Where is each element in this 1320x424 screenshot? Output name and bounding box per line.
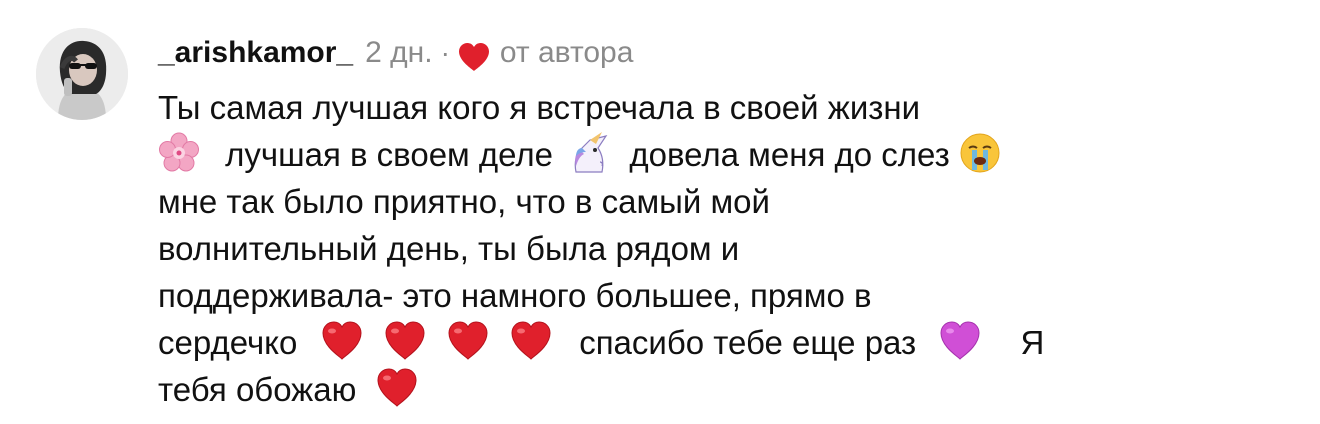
author-liked-label: от автора bbox=[499, 36, 634, 69]
comment-text-segment: Ты самая лучшая кого я встречала в своей… bbox=[158, 89, 921, 126]
comment-meta: _arishkamor_ 2 дн. · от автора bbox=[158, 28, 1296, 78]
red-heart-icon bbox=[321, 320, 363, 362]
crying-face-icon bbox=[959, 132, 1001, 174]
red-heart-icon bbox=[376, 367, 418, 409]
comment-body: _arishkamor_ 2 дн. · от автора Ты самая … bbox=[158, 28, 1296, 413]
comment-text-line: мне так было приятно, что в самый мой bbox=[158, 178, 1168, 225]
comment-text-segment: волнительный день, ты была рядом и bbox=[158, 230, 740, 267]
red-heart-icon bbox=[447, 320, 489, 362]
comment-text-line: сердечко спасибо тебе еще раз Я bbox=[158, 319, 1168, 366]
red-heart-icon bbox=[384, 320, 426, 362]
comment-text: Ты самая лучшая кого я встречала в своей… bbox=[158, 84, 1168, 413]
comment-text-segment: Я bbox=[1020, 324, 1045, 361]
comment-text-segment: мне так было приятно, что в самый мой bbox=[158, 183, 770, 220]
comment-text-segment: тебя обожаю bbox=[158, 371, 357, 408]
red-heart-icon bbox=[458, 38, 490, 71]
unicorn-icon bbox=[568, 132, 610, 174]
comment-text-segment: спасибо тебе еще раз bbox=[579, 324, 917, 361]
comment-text-segment: лучшая в своем деле bbox=[225, 136, 554, 173]
comment-text-line: лучшая в своем деле довела меня до слез bbox=[158, 131, 1168, 178]
comment-text-segment: довела меня до слез bbox=[629, 136, 950, 173]
red-heart-icon bbox=[510, 320, 552, 362]
purple-heart-icon bbox=[939, 320, 981, 362]
comment-text-segment: поддерживала- это намного большее, прямо… bbox=[158, 277, 872, 314]
comment-text-line: Ты самая лучшая кого я встречала в своей… bbox=[158, 84, 1168, 131]
comment-text-line: поддерживала- это намного большее, прямо… bbox=[158, 272, 1168, 319]
comment-text-line: волнительный день, ты была рядом и bbox=[158, 225, 1168, 272]
timestamp[interactable]: 2 дн. bbox=[365, 28, 432, 78]
avatar[interactable] bbox=[36, 28, 128, 120]
comment: _arishkamor_ 2 дн. · от автора Ты самая … bbox=[36, 28, 1296, 413]
comment-text-segment: сердечко bbox=[158, 324, 298, 361]
cherry-blossom-icon bbox=[158, 132, 200, 174]
username[interactable]: _arishkamor_ bbox=[158, 28, 353, 78]
comment-text-line: тебя обожаю bbox=[158, 366, 1168, 413]
separator-dot: · bbox=[440, 37, 450, 68]
